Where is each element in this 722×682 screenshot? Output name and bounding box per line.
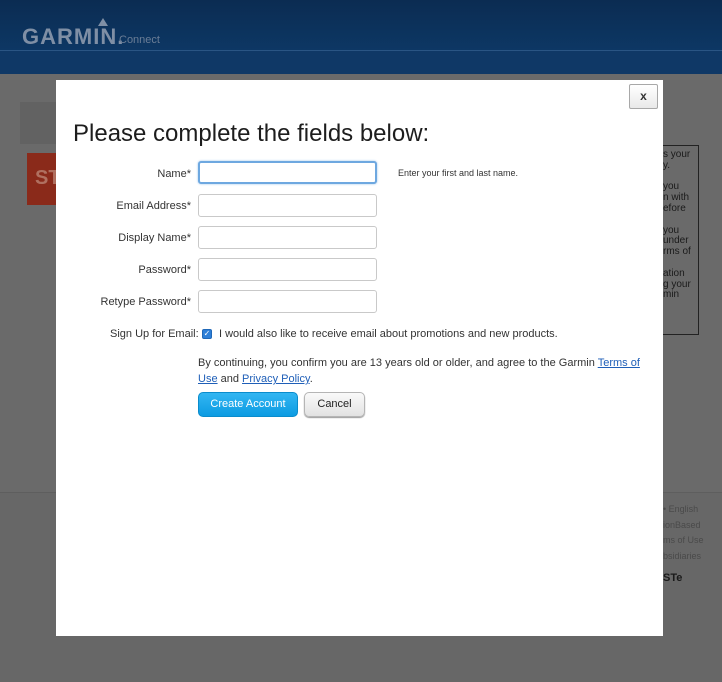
legal-notice: By continuing, you confirm you are 13 ye… — [198, 355, 658, 387]
email-signup-checkbox-label[interactable]: I would also like to receive email about… — [219, 328, 558, 340]
name-label: Name* — [157, 168, 191, 180]
garmin-logo: GARMIN. — [22, 24, 125, 49]
connect-logo-text: Connect — [119, 34, 160, 46]
signup-modal: x Please complete the fields below: Name… — [56, 80, 663, 636]
display-name-label: Display Name* — [118, 232, 191, 244]
background-side-text: s your y. you n with efore you under rms… — [663, 149, 691, 301]
footer-brand: STe — [663, 572, 683, 584]
password-label: Password* — [138, 264, 191, 276]
retype-password-label: Retype Password* — [100, 296, 192, 308]
display-name-field[interactable] — [198, 226, 377, 249]
privacy-policy-link[interactable]: Privacy Policy — [242, 373, 310, 385]
email-signup-checkbox[interactable]: ✓ — [202, 329, 212, 339]
retype-password-field[interactable] — [198, 290, 377, 313]
email-signup-label: Sign Up for Email: — [110, 328, 199, 340]
background-promo-banner: ST — [27, 153, 61, 205]
legal-text-before: By continuing, you confirm you are 13 ye… — [198, 357, 598, 369]
password-field[interactable] — [198, 258, 377, 281]
site-nav-bar — [0, 50, 722, 74]
name-field[interactable] — [198, 161, 377, 184]
name-hint: Enter your first and last name. — [398, 168, 519, 178]
footer-links: • English ionBased ms of Use bsidiaries — [663, 504, 704, 561]
cancel-button[interactable]: Cancel — [304, 392, 365, 417]
modal-title: Please complete the fields below: — [73, 120, 430, 147]
background-panel — [20, 102, 60, 144]
close-button[interactable]: x — [629, 84, 658, 109]
email-address-field[interactable] — [198, 194, 377, 217]
email-address-label: Email Address* — [116, 200, 191, 212]
legal-text-and: and — [217, 373, 243, 385]
legal-text-after: . — [309, 373, 313, 385]
create-account-button[interactable]: Create Account — [198, 392, 298, 417]
